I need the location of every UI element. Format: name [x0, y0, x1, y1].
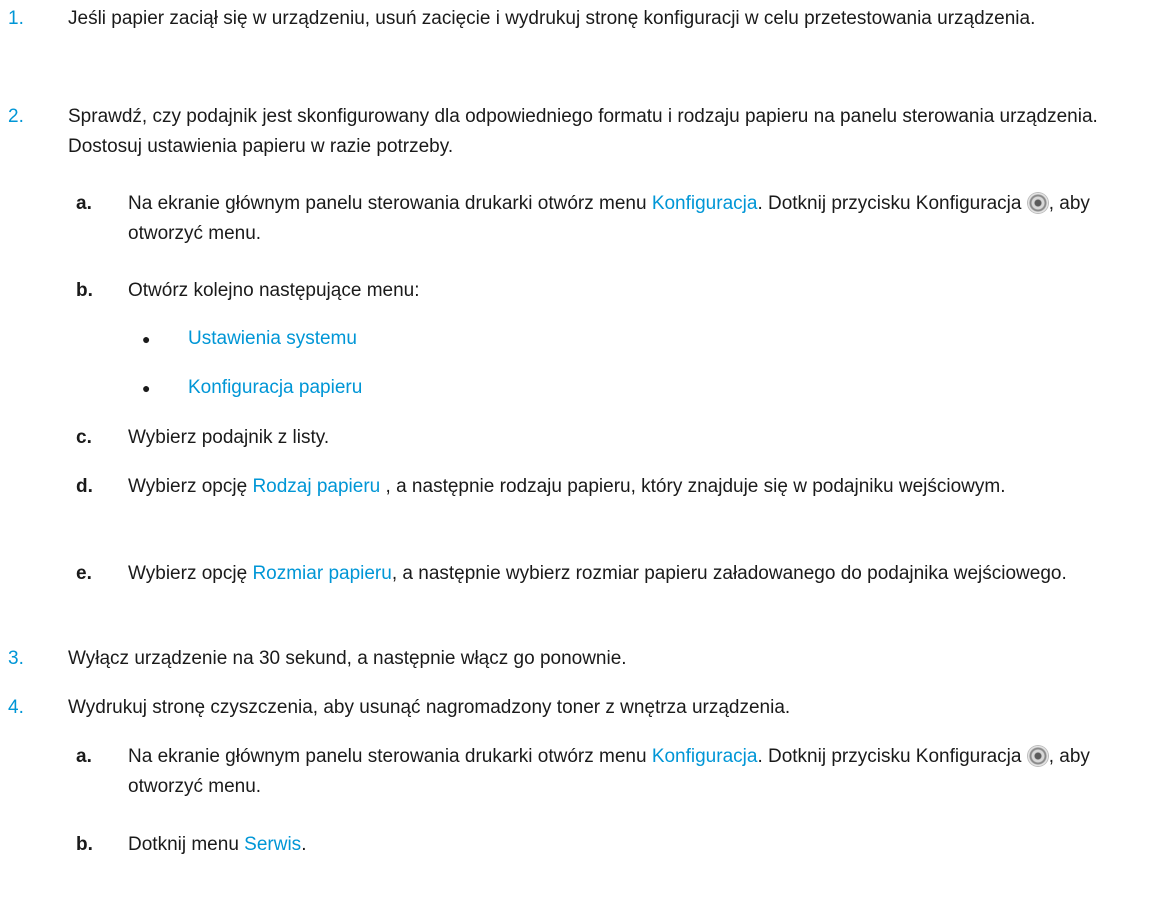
substep-text: Na ekranie głównym panelu sterowania dru…	[128, 193, 1090, 244]
bullet-icon: ●	[142, 380, 151, 396]
step-text: Wydrukuj stronę czyszczenia, aby usunąć …	[68, 697, 791, 718]
substep-label: b.	[76, 280, 93, 301]
step-text: Jeśli papier zaciął się w urządzeniu, us…	[68, 8, 1036, 29]
gear-icon	[1027, 193, 1048, 213]
step-number: 1.	[8, 8, 24, 29]
step-text: Wyłącz urządzenie na 30 sekund, a następ…	[68, 648, 627, 669]
menu-link-ustawienia-systemu[interactable]: Ustawienia systemu	[188, 324, 1158, 354]
substep-text: Wybierz opcję Rodzaj papieru , a następn…	[128, 476, 1006, 497]
substep-label: a.	[76, 746, 92, 767]
menu-link-konfiguracja[interactable]: Konfiguracja	[652, 193, 758, 214]
gear-icon	[1027, 746, 1048, 766]
document-page: 1. Jeśli papier zaciął się w urządzeniu,…	[0, 0, 1164, 913]
substep-label: a.	[76, 193, 92, 214]
bullet-icon: ●	[142, 331, 151, 347]
substep-text: Wybierz podajnik z listy.	[128, 427, 330, 448]
substep-text: Otwórz kolejno następujące menu:	[128, 280, 420, 301]
substep-label: b.	[76, 834, 93, 855]
substep-text: Na ekranie głównym panelu sterowania dru…	[128, 746, 1090, 797]
step-number: 2.	[8, 106, 24, 127]
substep-text: Wybierz opcję Rozmiar papieru, a następn…	[128, 563, 1067, 584]
menu-link-serwis[interactable]: Serwis	[244, 834, 301, 855]
menu-link-rodzaj-papieru[interactable]: Rodzaj papieru	[252, 476, 385, 497]
substep-label: c.	[76, 427, 92, 448]
substep-label: e.	[76, 563, 92, 584]
step-number: 3.	[8, 648, 24, 669]
menu-link-rozmiar-papieru[interactable]: Rozmiar papieru	[252, 563, 391, 584]
step-number: 4.	[8, 697, 24, 718]
substep-label: d.	[76, 476, 93, 497]
substep-text: Dotknij menu Serwis.	[128, 834, 307, 855]
menu-link-konfiguracja-papieru[interactable]: Konfiguracja papieru	[188, 373, 1158, 403]
menu-link-konfiguracja[interactable]: Konfiguracja	[652, 746, 758, 767]
step-text: Sprawdź, czy podajnik jest skonfigurowan…	[68, 106, 1098, 157]
